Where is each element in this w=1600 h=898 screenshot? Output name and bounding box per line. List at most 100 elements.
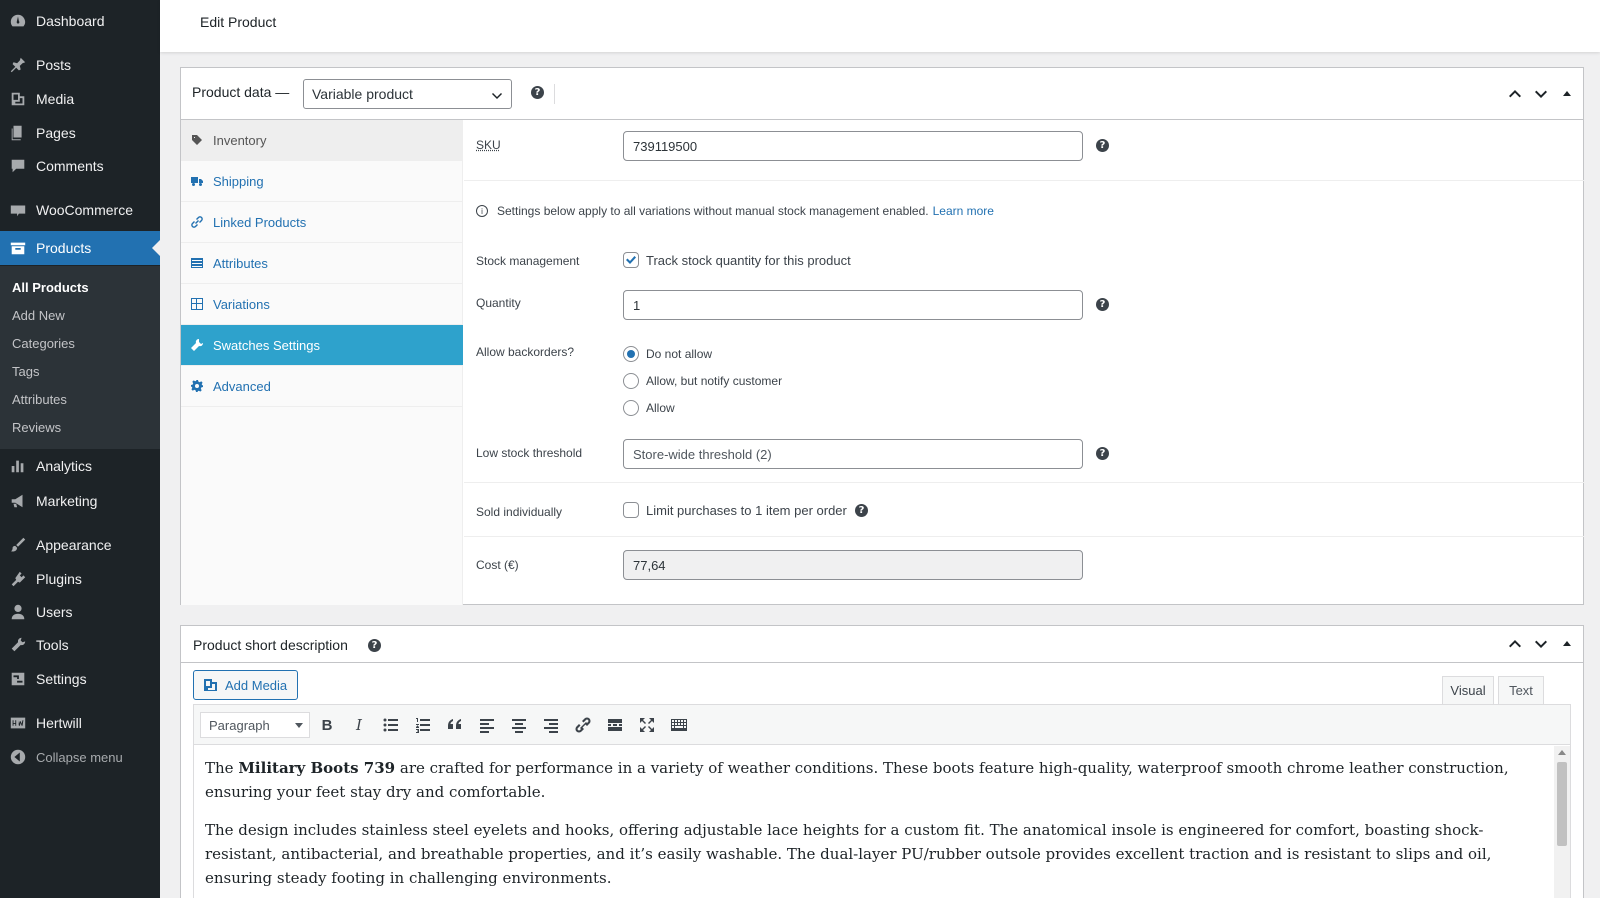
- tab-linked-products[interactable]: Linked Products: [181, 202, 463, 243]
- blockquote-icon[interactable]: [444, 714, 466, 736]
- submenu-reviews[interactable]: Reviews: [12, 420, 61, 435]
- submenu-add-new[interactable]: Add New: [12, 308, 65, 323]
- menu-woocommerce-label: WooCommerce: [36, 202, 133, 218]
- link-icon[interactable]: [572, 714, 594, 736]
- menu-analytics-label: Analytics: [36, 458, 93, 474]
- add-media-button[interactable]: Add Media: [193, 670, 298, 700]
- fullscreen-icon[interactable]: [636, 714, 658, 736]
- sold-individually-checkbox[interactable]: [623, 502, 639, 518]
- help-icon[interactable]: ?: [368, 639, 381, 652]
- sku-input[interactable]: 739119500: [623, 131, 1083, 161]
- cost-input[interactable]: 77,64: [623, 550, 1083, 580]
- move-up-icon[interactable]: [1507, 86, 1523, 102]
- backorders-label: Allow backorders?: [476, 345, 575, 359]
- tab-advanced[interactable]: Advanced: [181, 366, 463, 407]
- format-select[interactable]: Paragraph: [200, 712, 310, 738]
- product-name-bold: Military Boots 739: [238, 759, 396, 777]
- menu-media-label: Media: [36, 91, 75, 107]
- help-icon[interactable]: ?: [855, 504, 868, 517]
- settings-icon: [0, 670, 36, 688]
- editor-scrollbar[interactable]: [1554, 746, 1570, 898]
- tab-attributes[interactable]: Attributes: [181, 243, 463, 284]
- tab-inventory-label: Inventory: [213, 132, 267, 148]
- format-value: Paragraph: [209, 718, 270, 733]
- backorder-radio-notify[interactable]: [623, 373, 639, 389]
- tab-swatches-settings[interactable]: Swatches Settings: [181, 325, 463, 366]
- menu-tools[interactable]: Tools: [0, 628, 160, 662]
- menu-media[interactable]: Media: [0, 82, 160, 116]
- product-type-select[interactable]: Variable product: [303, 79, 512, 109]
- menu-dashboard[interactable]: Dashboard: [0, 4, 160, 38]
- align-center-icon[interactable]: [508, 714, 530, 736]
- toggle-panel-icon[interactable]: [1559, 636, 1575, 652]
- caret-down-icon: [295, 723, 303, 728]
- comments-icon: [0, 157, 36, 175]
- menu-posts[interactable]: Posts: [0, 48, 160, 82]
- tag-icon: [191, 134, 213, 146]
- text-run: are crafted for performance in a variety…: [205, 759, 1509, 801]
- collapse-menu[interactable]: Collapse menu: [0, 740, 160, 774]
- scroll-up-icon[interactable]: [1558, 750, 1566, 755]
- help-icon[interactable]: ?: [531, 86, 544, 99]
- menu-comments[interactable]: Comments: [0, 149, 160, 183]
- menu-products[interactable]: Products: [0, 231, 160, 265]
- divider: [554, 84, 555, 104]
- products-icon: [0, 239, 36, 257]
- italic-icon[interactable]: I: [348, 714, 370, 736]
- backorder-radio-allow[interactable]: [623, 400, 639, 416]
- bullet-list-icon[interactable]: [380, 714, 402, 736]
- menu-appearance[interactable]: Appearance: [0, 528, 160, 562]
- menu-users[interactable]: Users: [0, 595, 160, 629]
- bold-icon[interactable]: B: [316, 714, 338, 736]
- align-right-icon[interactable]: [540, 714, 562, 736]
- learn-more-link[interactable]: Learn more: [933, 204, 994, 218]
- move-down-icon[interactable]: [1533, 636, 1549, 652]
- divider: [464, 536, 1584, 537]
- tab-inventory[interactable]: Inventory: [181, 120, 463, 161]
- backorder-option-label: Do not allow: [646, 347, 713, 361]
- submenu-tags[interactable]: Tags: [12, 364, 39, 379]
- align-left-icon[interactable]: [476, 714, 498, 736]
- scroll-thumb[interactable]: [1557, 762, 1567, 846]
- toolbar-toggle-icon[interactable]: [668, 714, 690, 736]
- submenu-attributes[interactable]: Attributes: [12, 392, 67, 407]
- page-header: Edit Product: [160, 0, 1600, 52]
- menu-pages[interactable]: Pages: [0, 116, 160, 150]
- tab-shipping[interactable]: Shipping: [181, 161, 463, 202]
- move-down-icon[interactable]: [1533, 86, 1549, 102]
- submenu-all-products[interactable]: All Products: [12, 280, 89, 295]
- tab-text[interactable]: Text: [1498, 676, 1544, 704]
- read-more-icon[interactable]: [604, 714, 626, 736]
- menu-posts-label: Posts: [36, 57, 72, 73]
- quantity-input[interactable]: 1: [623, 290, 1083, 320]
- help-icon[interactable]: ?: [1096, 298, 1109, 311]
- menu-hertwill[interactable]: Hertwill: [0, 706, 160, 740]
- menu-marketing[interactable]: Marketing: [0, 484, 160, 518]
- products-submenu: All Products Add New Categories Tags Att…: [0, 266, 160, 449]
- menu-tools-label: Tools: [36, 637, 69, 653]
- backorder-radio-do-not-allow[interactable]: [623, 346, 639, 362]
- help-icon[interactable]: ?: [1096, 447, 1109, 460]
- toggle-panel-icon[interactable]: [1559, 86, 1575, 102]
- dashboard-icon: [0, 12, 36, 30]
- product-data-header: Product data — Variable product ?: [181, 68, 1583, 120]
- editor-content[interactable]: The Military Boots 739 are crafted for p…: [194, 746, 1554, 898]
- menu-plugins[interactable]: Plugins: [0, 562, 160, 596]
- woo-icon: [0, 201, 36, 219]
- list-icon: [191, 257, 213, 269]
- menu-woocommerce[interactable]: WooCommerce: [0, 193, 160, 227]
- submenu-categories[interactable]: Categories: [12, 336, 75, 351]
- tab-variations[interactable]: Variations: [181, 284, 463, 325]
- truck-icon: [191, 175, 213, 187]
- description-paragraph: The Military Boots 739 are crafted for p…: [205, 756, 1543, 804]
- tab-visual[interactable]: Visual: [1442, 676, 1494, 704]
- move-up-icon[interactable]: [1507, 636, 1523, 652]
- low-stock-input[interactable]: Store-wide threshold (2): [623, 439, 1083, 469]
- numbered-list-icon[interactable]: [412, 714, 434, 736]
- menu-marketing-label: Marketing: [36, 493, 98, 509]
- menu-settings[interactable]: Settings: [0, 662, 160, 696]
- help-icon[interactable]: ?: [1096, 139, 1109, 152]
- pin-icon: [0, 56, 36, 74]
- track-stock-checkbox[interactable]: [623, 252, 639, 268]
- menu-analytics[interactable]: Analytics: [0, 449, 160, 483]
